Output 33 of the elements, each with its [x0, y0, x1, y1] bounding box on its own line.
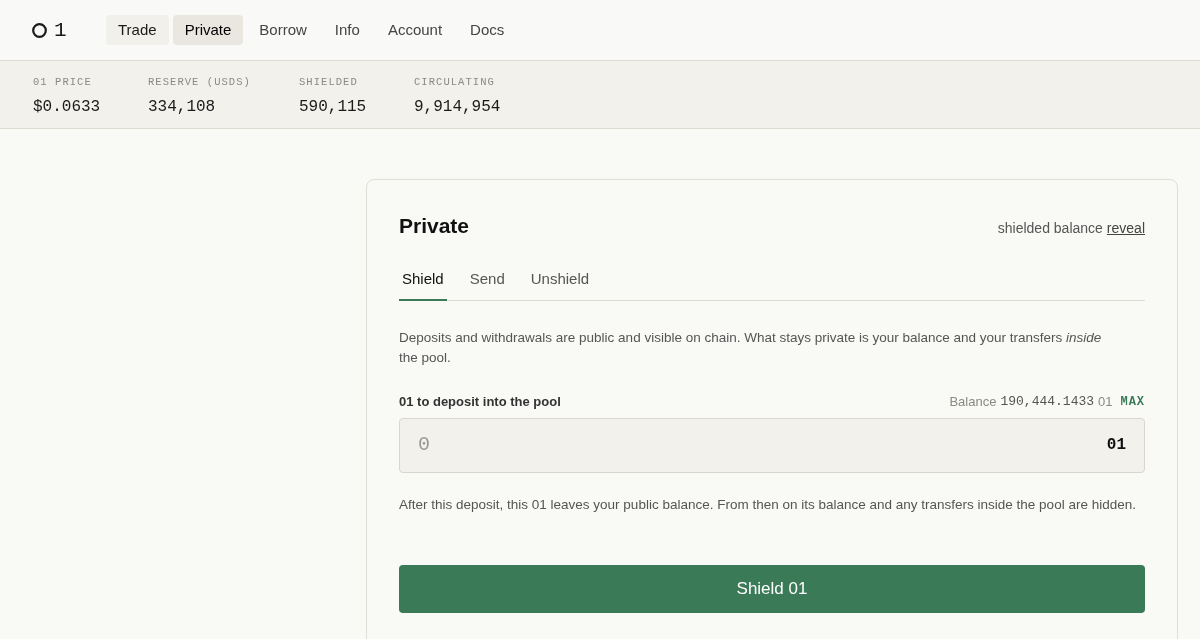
reveal-link[interactable]: reveal — [1106, 217, 1145, 239]
stat-value: 590,115 — [299, 97, 368, 117]
unit-label: 01 — [1106, 435, 1126, 456]
mode-tab[interactable]: Unshield — [527, 267, 593, 301]
balance-value: 190,444.1433 — [1000, 393, 1095, 411]
nav-tab[interactable]: Borrow — [247, 15, 319, 45]
stat-label: SHIELDED — [299, 75, 359, 89]
stat-label: RESERVE (USDS) — [148, 75, 252, 89]
ring-icon — [32, 22, 47, 38]
balance-unit: 01 — [1098, 393, 1113, 411]
balance-caption: Balance — [949, 393, 997, 411]
nav-tab[interactable]: Account — [375, 15, 455, 45]
stat-label: CIRCULATING — [414, 75, 496, 89]
stat-value: $0.0633 — [33, 97, 102, 117]
amount-field[interactable]: 0 01 — [399, 417, 1145, 473]
intro-text: Deposits and withdrawals are public and visible on chain. What stays private is your balance and your transfers inside the pool. — [399, 329, 1103, 367]
nav-tab[interactable]: Trade — [106, 15, 169, 45]
max-button[interactable]: MAX — [1120, 392, 1145, 411]
logo-text: 1 — [54, 19, 67, 41]
nav-tab[interactable]: Docs — [458, 15, 517, 45]
field-label: 01 to deposit into the pool — [399, 393, 561, 411]
mode-tab[interactable]: Shield — [399, 267, 447, 301]
card-title: Private — [399, 213, 470, 239]
nav-tab[interactable]: Info — [322, 15, 372, 45]
stat-value: 9,914,954 — [414, 97, 502, 117]
nav-tab[interactable]: Private — [172, 15, 244, 45]
stat-value: 334,108 — [148, 97, 217, 117]
balance-label: shielded balance — [997, 218, 1103, 238]
amount-input[interactable]: 0 — [418, 430, 1107, 460]
note-text: After this deposit, this 01 leaves your public balance. From then on its balance and any transfers inside the pool are hidden. — [399, 495, 1137, 514]
shield-button[interactable]: Shield 01 — [399, 564, 1145, 613]
stat-label: 01 PRICE — [33, 75, 93, 89]
mode-tab[interactable]: Send — [466, 267, 508, 301]
